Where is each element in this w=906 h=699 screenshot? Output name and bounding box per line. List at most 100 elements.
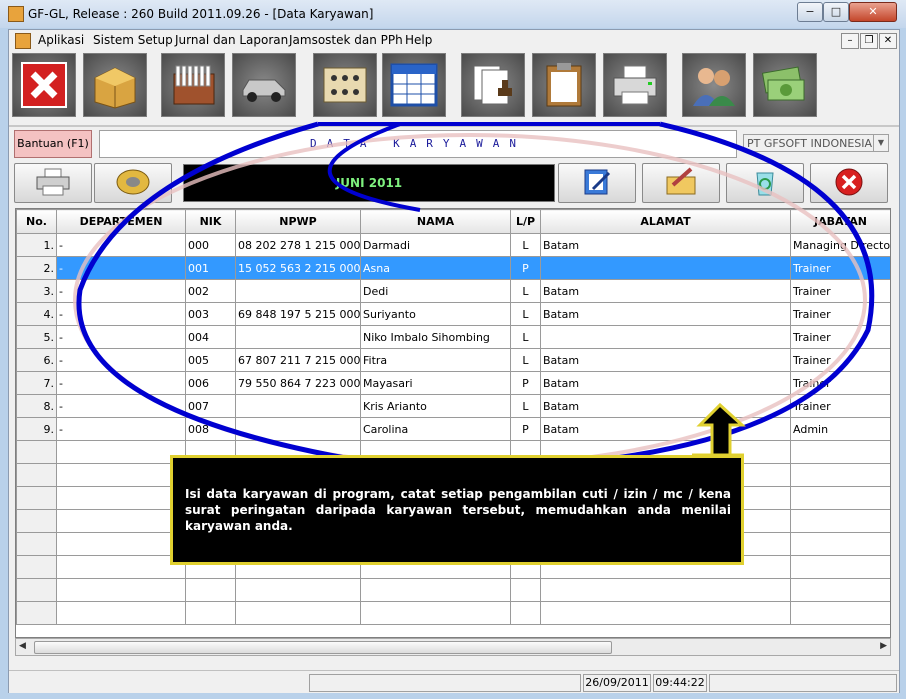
cell-lp[interactable] — [510, 601, 541, 625]
edit-button[interactable] — [558, 163, 636, 203]
cell-jabatan[interactable] — [790, 555, 890, 579]
cell-departemen[interactable]: - — [56, 394, 186, 418]
chevron-down-icon[interactable]: ▼ — [873, 135, 888, 151]
cell-departemen[interactable] — [56, 463, 186, 487]
cell-lp[interactable]: L — [510, 394, 541, 418]
toolbar-payroll-button[interactable] — [313, 53, 377, 117]
cell-alamat[interactable]: Batam — [540, 279, 791, 303]
cell-no[interactable] — [16, 532, 57, 556]
col-header-nama[interactable]: NAMA — [360, 209, 511, 234]
table-row[interactable]: 3. -002 Dedi L Batam Trainer — [16, 279, 890, 303]
col-header-npwp[interactable]: NPWP — [235, 209, 361, 234]
table-row[interactable]: 9. -008 Carolina P Batam Admin — [16, 417, 890, 441]
cell-departemen[interactable]: - — [56, 302, 186, 326]
cell-departemen[interactable]: - — [56, 279, 186, 303]
toolbar-users-button[interactable] — [682, 53, 746, 117]
col-header-lp[interactable]: L/P — [510, 209, 541, 234]
cell-npwp[interactable] — [235, 325, 361, 349]
cell-no[interactable]: 4. — [16, 302, 57, 326]
cell-npwp[interactable]: 15 052 563 2 215 000 — [235, 256, 361, 280]
cell-lp[interactable]: L — [510, 325, 541, 349]
cell-nama[interactable] — [360, 601, 511, 625]
cell-npwp[interactable]: 79 550 864 7 223 000 — [235, 371, 361, 395]
cell-nik[interactable] — [185, 601, 236, 625]
cell-departemen[interactable]: - — [56, 256, 186, 280]
cell-no[interactable] — [16, 463, 57, 487]
mdi-restore-button[interactable]: ❐ — [860, 33, 878, 49]
cell-alamat[interactable] — [540, 601, 791, 625]
table-row[interactable]: 6. -005 67 807 211 7 215 000 Fitra L Batam Tra… — [16, 348, 890, 372]
cell-departemen[interactable]: - — [56, 325, 186, 349]
cell-no[interactable]: 2. — [16, 256, 57, 280]
cell-departemen[interactable] — [56, 532, 186, 556]
cell-jabatan[interactable]: Admin — [790, 417, 890, 441]
table-row[interactable] — [16, 601, 890, 625]
col-header-no[interactable]: No. — [16, 209, 57, 234]
cell-nik[interactable]: 003 — [185, 302, 236, 326]
cell-nama[interactable]: Darmadi — [360, 233, 511, 257]
cell-npwp[interactable] — [235, 279, 361, 303]
cell-lp[interactable]: L — [510, 302, 541, 326]
menu-sistem-setup[interactable]: Sistem Setup — [93, 33, 173, 47]
cell-jabatan[interactable]: Trainer — [790, 256, 890, 280]
cell-no[interactable] — [16, 440, 57, 464]
window-minimize-button[interactable]: − — [797, 2, 823, 22]
cell-nama[interactable]: Dedi — [360, 279, 511, 303]
cell-jabatan[interactable] — [790, 509, 890, 533]
col-header-jabatan[interactable]: JABATAN — [790, 209, 890, 234]
cell-nama[interactable]: Niko Imbalo Sihombing — [360, 325, 511, 349]
cell-nik[interactable]: 002 — [185, 279, 236, 303]
new-record-button[interactable] — [642, 163, 720, 203]
menu-aplikasi[interactable]: Aplikasi — [38, 33, 84, 47]
cell-no[interactable]: 5. — [16, 325, 57, 349]
mdi-close-button[interactable]: ✕ — [879, 33, 897, 49]
cell-jabatan[interactable]: Trainer — [790, 302, 890, 326]
cell-jabatan[interactable] — [790, 463, 890, 487]
table-row[interactable]: 7. -006 79 550 864 7 223 000 Mayasari P Batam… — [16, 371, 890, 395]
cell-npwp[interactable] — [235, 601, 361, 625]
menu-jurnal-laporan[interactable]: Jurnal dan Laporan — [175, 33, 288, 47]
cell-no[interactable]: 3. — [16, 279, 57, 303]
scroll-left-icon[interactable]: ◀ — [19, 641, 26, 651]
cell-npwp[interactable] — [235, 578, 361, 602]
toolbar-cardfile-button[interactable] — [161, 53, 225, 117]
toolbar-backup-button[interactable] — [83, 53, 147, 117]
cell-jabatan[interactable] — [790, 532, 890, 556]
cell-jabatan[interactable]: Trainer — [790, 371, 890, 395]
toolbar-documents-button[interactable] — [461, 53, 525, 117]
cell-nik[interactable]: 000 — [185, 233, 236, 257]
cell-departemen[interactable]: - — [56, 233, 186, 257]
cancel-button[interactable] — [810, 163, 888, 203]
cell-departemen[interactable] — [56, 486, 186, 510]
table-row[interactable]: 5. -004 Niko Imbalo Sihombing L Trainer — [16, 325, 890, 349]
cell-departemen[interactable]: - — [56, 348, 186, 372]
cell-nik[interactable]: 007 — [185, 394, 236, 418]
mdi-minimize-button[interactable]: – — [841, 33, 859, 49]
cell-jabatan[interactable] — [790, 440, 890, 464]
cell-alamat[interactable]: Batam — [540, 233, 791, 257]
cell-nik[interactable]: 001 — [185, 256, 236, 280]
toolbar-table-button[interactable] — [382, 53, 446, 117]
cell-alamat[interactable]: Batam — [540, 302, 791, 326]
cell-lp[interactable]: P — [510, 417, 541, 441]
cell-jabatan[interactable]: Managing Director — [790, 233, 890, 257]
col-header-alamat[interactable]: ALAMAT — [540, 209, 791, 234]
toolbar-print-button[interactable] — [603, 53, 667, 117]
window-maximize-button[interactable]: □ — [823, 2, 849, 22]
table-row[interactable]: 2. -001 15 052 563 2 215 000 Asna P Trainer — [16, 256, 890, 280]
cell-no[interactable] — [16, 601, 57, 625]
cell-lp[interactable]: L — [510, 233, 541, 257]
cell-nik[interactable]: 008 — [185, 417, 236, 441]
cell-alamat[interactable] — [540, 325, 791, 349]
cell-jabatan[interactable] — [790, 578, 890, 602]
table-row[interactable]: 8. -007 Kris Arianto L Batam Trainer — [16, 394, 890, 418]
cell-alamat[interactable] — [540, 578, 791, 602]
cell-nama[interactable]: Mayasari — [360, 371, 511, 395]
scrollbar-thumb[interactable] — [34, 641, 612, 654]
cell-no[interactable]: 6. — [16, 348, 57, 372]
cell-nama[interactable]: Fitra — [360, 348, 511, 372]
table-row[interactable]: 1. -000 08 202 278 1 215 000 Darmadi L Batam M… — [16, 233, 890, 257]
cell-departemen[interactable]: - — [56, 371, 186, 395]
cell-npwp[interactable] — [235, 417, 361, 441]
col-header-nik[interactable]: NIK — [185, 209, 236, 234]
